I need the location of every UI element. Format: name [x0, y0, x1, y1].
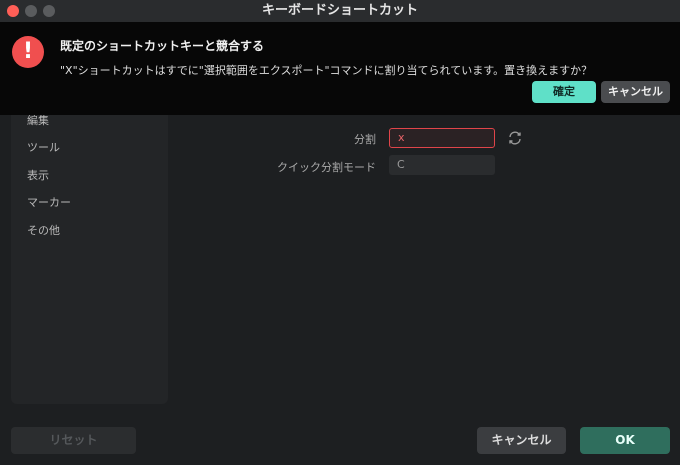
conflict-alert: ! 既定のショートカットキーと競合する "X"ショートカットはすでに"選択範囲を…: [0, 22, 680, 115]
window-title: キーボードショートカット: [261, 3, 418, 18]
split-shortcut-field[interactable]: x: [389, 128, 495, 148]
alert-cancel-button[interactable]: キャンセル: [601, 81, 670, 103]
warning-icon: !: [12, 36, 44, 68]
sidebar-item-view[interactable]: 表示: [27, 167, 49, 183]
title-bar: キーボードショートカット: [0, 0, 680, 23]
refresh-icon[interactable]: [507, 130, 523, 146]
sidebar-item-tools[interactable]: ツール: [27, 139, 60, 155]
alert-message: "X"ショートカットはすでに"選択範囲をエクスポート"コマンドに割り当てられてい…: [60, 64, 593, 77]
ok-button[interactable]: OK: [580, 427, 670, 454]
sidebar-item-other[interactable]: その他: [27, 222, 60, 238]
split-label: 分割: [354, 133, 376, 146]
cancel-button[interactable]: キャンセル: [477, 427, 566, 454]
quick-split-shortcut-field[interactable]: C: [389, 155, 495, 175]
alert-title: 既定のショートカットキーと競合する: [60, 39, 265, 53]
confirm-button[interactable]: 確定: [532, 81, 596, 103]
reset-button[interactable]: リセット: [11, 427, 136, 454]
sidebar-item-marker[interactable]: マーカー: [27, 194, 71, 210]
quick-split-label: クイック分割モード: [277, 161, 376, 174]
